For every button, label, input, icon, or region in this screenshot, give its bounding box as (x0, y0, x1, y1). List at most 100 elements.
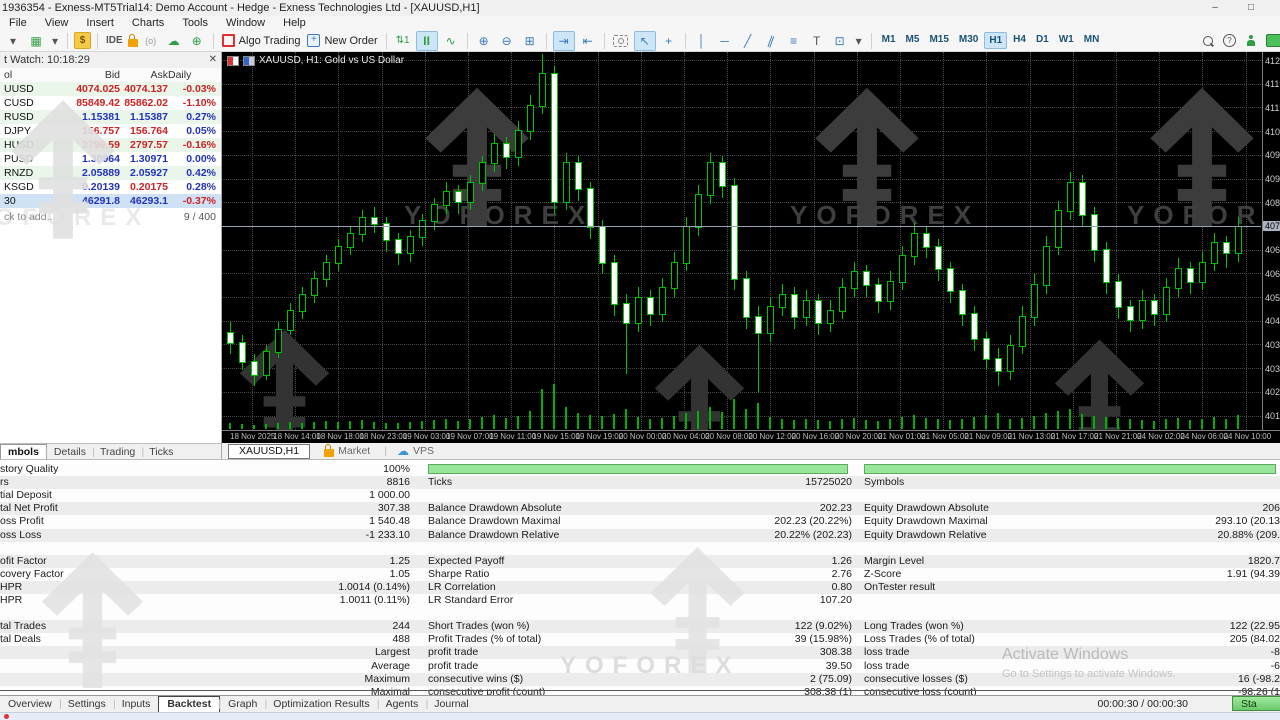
tab-backtest[interactable]: Backtest (158, 696, 220, 712)
auto-scroll-icon[interactable]: ⇥ (553, 31, 575, 51)
dollar-icon[interactable]: $ (74, 32, 91, 49)
price-tick-label: 4126 (1265, 56, 1280, 66)
timeframe-m30[interactable]: M30 (955, 32, 982, 49)
menu-help[interactable]: Help (274, 16, 315, 30)
volume-bar (913, 415, 915, 429)
candle-body (491, 143, 498, 164)
timeframe-m1[interactable]: M1 (878, 32, 900, 49)
tab-optimization-results[interactable]: Optimization Results (265, 697, 377, 712)
signal-icon[interactable]: (o) (141, 32, 161, 50)
algo-trading-button[interactable]: Algo Trading (220, 32, 303, 50)
trendline-icon[interactable]: ╱ (738, 32, 758, 50)
market-watch-row[interactable]: UUSD4074.0254074.137-0.03% (0, 82, 221, 96)
close-icon[interactable]: ✕ (209, 52, 217, 68)
stat-row: Expected Payoff1.26 (428, 555, 852, 568)
ide-button[interactable]: IDE (104, 32, 125, 50)
shapes-icon[interactable]: ⊡ (830, 32, 850, 50)
restore-icon[interactable]: □ (1236, 0, 1266, 15)
menu-file[interactable]: File (0, 16, 36, 30)
one-click-trading-icon[interactable] (243, 56, 255, 66)
tile-windows-icon[interactable]: ⊞ (520, 32, 540, 50)
stat-value: 1.0014 (0.14%) (338, 581, 410, 594)
volume-bar (517, 416, 519, 429)
tab-journal[interactable]: Journal (426, 697, 476, 712)
chevron-down-icon[interactable]: ▾ (49, 32, 61, 50)
cursor-icon[interactable]: ↖ (634, 31, 656, 51)
screenshot-icon[interactable] (611, 32, 631, 50)
horizontal-line-icon[interactable]: ─ (715, 32, 735, 50)
minimize-icon[interactable]: – (1200, 0, 1230, 15)
bar-chart-icon[interactable]: ΙΙ (416, 31, 438, 51)
col-symbol[interactable]: ol (4, 68, 12, 82)
chart-plot[interactable]: YOFOREXYOFOREXYOFOREX (222, 52, 1261, 430)
fibonacci-icon[interactable]: ≡ (784, 32, 804, 50)
market-status[interactable]: Market (324, 445, 370, 457)
candle-body (659, 287, 666, 315)
tab-settings[interactable]: Settings (60, 697, 114, 712)
tick-chart-icon[interactable]: ⇅1 (393, 32, 413, 50)
timeframe-m5[interactable]: M5 (902, 32, 924, 49)
chevron-down-icon[interactable]: ▾ (853, 32, 865, 50)
cloud-icon[interactable]: ☁ (164, 32, 184, 50)
start-button[interactable]: Sta (1232, 696, 1280, 711)
volume-bar (745, 409, 747, 429)
menu-view[interactable]: View (36, 16, 78, 30)
lock-icon[interactable] (128, 39, 138, 47)
tab-trading[interactable]: Trading (93, 445, 142, 459)
depth-of-market-icon[interactable] (227, 56, 239, 66)
timeframe-w1[interactable]: W1 (1055, 32, 1078, 49)
new-order-button[interactable]: + New Order (305, 32, 379, 50)
chart-tab-xauusd-h1[interactable]: XAUUSD,H1 (228, 444, 310, 459)
menu-window[interactable]: Window (217, 16, 274, 30)
col-bid[interactable]: Bid (66, 68, 120, 82)
volume-bar (373, 422, 375, 429)
tab-mbols[interactable]: mbols (0, 444, 47, 459)
candle-body (299, 294, 306, 312)
tab-overview[interactable]: Overview (0, 697, 60, 712)
zoom-in-icon[interactable]: ⊕ (474, 32, 494, 50)
watermark-logo (1052, 337, 1147, 430)
candle-body (1223, 242, 1230, 254)
chevron-down-icon[interactable]: ▾ (3, 32, 23, 50)
new-chart-icon[interactable]: ▦ (26, 32, 46, 50)
volume-bar (865, 420, 867, 429)
tab-details[interactable]: Details (47, 445, 93, 459)
volume-bar (1081, 414, 1083, 429)
help-icon[interactable]: ? (1223, 34, 1236, 47)
stat-value: 1 540.48 (369, 515, 410, 528)
volume-bar (1093, 416, 1095, 429)
menu-charts[interactable]: Charts (123, 16, 173, 30)
crosshair-icon[interactable]: + (659, 32, 679, 50)
tab-inputs[interactable]: Inputs (114, 697, 159, 712)
candle-body (875, 284, 882, 302)
timeframe-m15[interactable]: M15 (925, 32, 952, 49)
vps-status[interactable]: ☁ VPS (397, 444, 434, 458)
col-ask[interactable]: Ask (122, 68, 168, 82)
candle-body (755, 316, 762, 334)
profile-icon[interactable] (1246, 35, 1256, 47)
volume-bar (457, 421, 459, 429)
timeframe-h1[interactable]: H1 (984, 32, 1007, 49)
text-tool-icon[interactable]: T (807, 32, 827, 50)
line-chart-icon[interactable]: ∿ (441, 32, 461, 50)
time-axis[interactable]: 18 Nov 202518 Nov 14:0018 Nov 18:0018 No… (222, 430, 1280, 444)
timeframe-mn[interactable]: MN (1080, 32, 1104, 49)
tab-ticks[interactable]: Ticks (142, 445, 180, 459)
menu-tools[interactable]: Tools (173, 16, 217, 30)
candle-body (767, 306, 774, 334)
community-globe-icon[interactable]: ⊕ (187, 32, 207, 50)
stat-value: 1.26 (832, 555, 852, 568)
channel-icon[interactable]: ∥ (758, 29, 783, 53)
menu-insert[interactable]: Insert (77, 16, 123, 30)
zoom-out-icon[interactable]: ⊖ (497, 32, 517, 50)
tab-agents[interactable]: Agents (378, 697, 427, 712)
chart-shift-icon[interactable]: ⇤ (578, 32, 598, 50)
tab-graph[interactable]: Graph (220, 697, 265, 712)
timeframe-h4[interactable]: H4 (1009, 32, 1030, 49)
timeframe-d1[interactable]: D1 (1032, 32, 1053, 49)
symbol-count: 9 / 400 (184, 210, 216, 224)
volume-bar (397, 423, 399, 429)
price-axis[interactable]: 4126411941124104409740904082406740604052… (1262, 52, 1280, 430)
vertical-line-icon[interactable]: │ (692, 32, 712, 50)
search-icon[interactable] (1203, 36, 1213, 46)
